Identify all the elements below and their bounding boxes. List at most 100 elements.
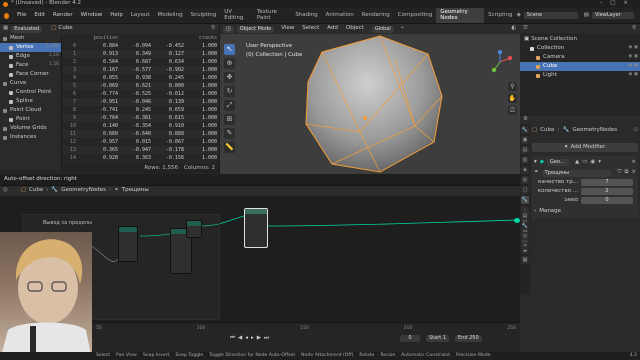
outliner-item-1[interactable]: Camera ◉ ▣ [520,53,640,62]
domain-6[interactable]: Control Point [0,88,61,97]
properties-icon[interactable]: ⚙ [523,117,528,123]
render-tab-icon[interactable]: ▣ [521,136,529,144]
rotate-tool-icon[interactable]: ↻ [224,86,235,97]
outliner-item-0[interactable]: Collection ◉ ▣ [520,44,640,53]
play-icon[interactable]: ▸ [251,335,254,342]
modifier-input-field[interactable]: 7 [581,179,633,186]
viewport-shading-icon[interactable]: ◐ [511,26,516,32]
zoom-icon[interactable]: ⚲ [508,82,517,91]
camera-view-icon[interactable]: ⎚ [508,106,517,115]
object-mode-selector[interactable]: Object Mode [236,25,275,33]
domain-8[interactable]: Point Cloud [0,106,61,115]
move-tool-icon[interactable]: ✥ [224,72,235,83]
jump-start-icon[interactable]: ⏮ [230,335,235,342]
select-tool-icon[interactable]: ↖ [224,44,235,55]
unlink-icon[interactable]: × [631,170,636,176]
modifier-dropdown-icon[interactable]: ▾ [598,159,601,166]
collapse-chevron-icon[interactable]: ▾ [534,159,537,166]
domain-11[interactable]: Instances [0,133,61,142]
object-tab-icon[interactable]: ▢ [521,186,529,194]
start-frame-field[interactable]: Start 1 [426,335,449,342]
play-reverse-icon[interactable]: ◂ [245,335,248,342]
end-frame-field[interactable]: End 250 [455,335,482,342]
node-group-name[interactable]: Трещины [541,169,612,177]
domain-1[interactable]: Vertex 1,556 [0,43,61,52]
annotate-tool-icon[interactable]: ✎ [224,128,235,139]
world-tab-icon[interactable]: ◍ [521,176,529,184]
viewport-menu-view[interactable]: View [277,26,298,32]
tab-layout[interactable]: Layout [127,11,154,21]
node-tab-icon[interactable]: ▤ [521,212,529,220]
measure-tool-icon[interactable]: 📏 [224,142,235,153]
realtime-toggle-icon[interactable]: ▭ [582,159,587,166]
outliner-item-3[interactable]: Light ◉ ▣ [520,71,640,80]
node-breadcrumb-modifier[interactable]: GeometryNodes [61,188,106,194]
modifier-input-field[interactable]: 0 [581,197,633,204]
render-toggle-icon[interactable]: ◉ [590,159,595,166]
outliner-search-icon[interactable]: ⚲ [632,25,636,32]
view-tab-icon[interactable]: ◎ [521,232,529,240]
tab-shading[interactable]: Shading [291,11,321,21]
minimize-icon[interactable]: – [599,0,610,7]
node-d[interactable] [186,220,202,238]
viewlayer-selector[interactable]: ViewLayer [592,12,634,19]
node-editor-type-icon[interactable]: ◎ [3,188,8,194]
group-output-node[interactable] [244,208,268,248]
output-tab-icon[interactable]: ▤ [521,146,529,154]
next-keyframe-icon[interactable]: ▶ [257,335,261,342]
outliner-item-2[interactable]: Cube ◉ ▣ [520,62,640,71]
scene-selector[interactable]: Scene [523,12,578,19]
domain-5[interactable]: Curve [0,79,61,88]
node-breadcrumb-group[interactable]: Трещины [122,188,149,194]
domain-9[interactable]: Point [0,115,61,124]
manage-panel-header[interactable]: › Manage [534,207,636,216]
scale-tool-icon[interactable]: ⤢ [224,100,235,111]
menu-render[interactable]: Render [49,12,77,19]
tab-sculpting[interactable]: Sculpting [187,11,221,21]
column-header[interactable] [120,34,153,42]
cursor-tool-icon[interactable]: ⊕ [224,58,235,69]
transform-orientation-selector[interactable]: Global [371,25,394,33]
domain-0[interactable]: Mesh [0,34,61,43]
node-b[interactable] [118,226,138,262]
filter-icon[interactable]: ⚲ [211,26,215,32]
menu-help[interactable]: Help [106,12,127,19]
column-header[interactable]: position [78,34,120,42]
transform-tool-icon[interactable]: ⊞ [224,114,235,125]
tab-texture-paint[interactable]: Texture Paint [253,8,291,23]
modifier-tab-icon[interactable]: 🔧 [521,196,529,204]
current-frame-field[interactable]: 0 [400,335,420,342]
pin-icon[interactable]: ⊙ [633,127,638,134]
evaluation-mode-selector[interactable]: Evaluated [11,25,43,33]
modifier-input-field[interactable]: 2 [581,188,633,195]
column-header[interactable] [153,34,186,42]
jump-end-icon[interactable]: ⏭ [264,335,269,342]
viewport-menu-add[interactable]: Add [323,26,342,32]
group-tab-icon[interactable]: ⚭ [521,242,529,250]
navigation-gizmo[interactable] [488,49,513,74]
pan-icon[interactable]: ✋ [508,94,517,103]
viewport-menu-object[interactable]: Object [342,26,368,32]
menu-file[interactable]: File [13,12,30,19]
visibility-icon[interactable]: ◉ ▣ [628,64,640,69]
spreadsheet-icon[interactable]: ▦ [3,26,8,32]
add-modifier-button[interactable]: ▾ Add Modifier [532,143,638,152]
viewport-menu-select[interactable]: Select [298,26,323,32]
menu-window[interactable]: Window [77,12,107,19]
domain-4[interactable]: Face Corner [0,70,61,79]
node-group-selector[interactable]: ⚭ Трещины ⛉ ⧉ × [534,168,636,178]
domain-3[interactable]: Face 1,56 [0,61,61,70]
node-breadcrumb-object[interactable]: Cube [29,188,43,194]
blender-menu-icon[interactable] [4,12,10,19]
domain-2[interactable]: Edge 2,16 [0,52,61,61]
visibility-icon[interactable]: ◉ ▣ [628,46,640,51]
close-icon[interactable]: × [623,0,636,7]
outliner-icon[interactable]: ☰ [523,25,528,32]
column-header[interactable]: cracks [186,34,219,42]
modifier-delete-icon[interactable]: × [631,159,636,166]
tab-animation[interactable]: Animation [322,11,358,21]
snap-icon[interactable]: ⌁ [401,26,404,32]
prev-keyframe-icon[interactable]: ◀ [238,335,242,342]
copy-icon[interactable]: ⧉ [624,170,628,176]
tab-uv-editing[interactable]: UV Editing [220,8,253,23]
